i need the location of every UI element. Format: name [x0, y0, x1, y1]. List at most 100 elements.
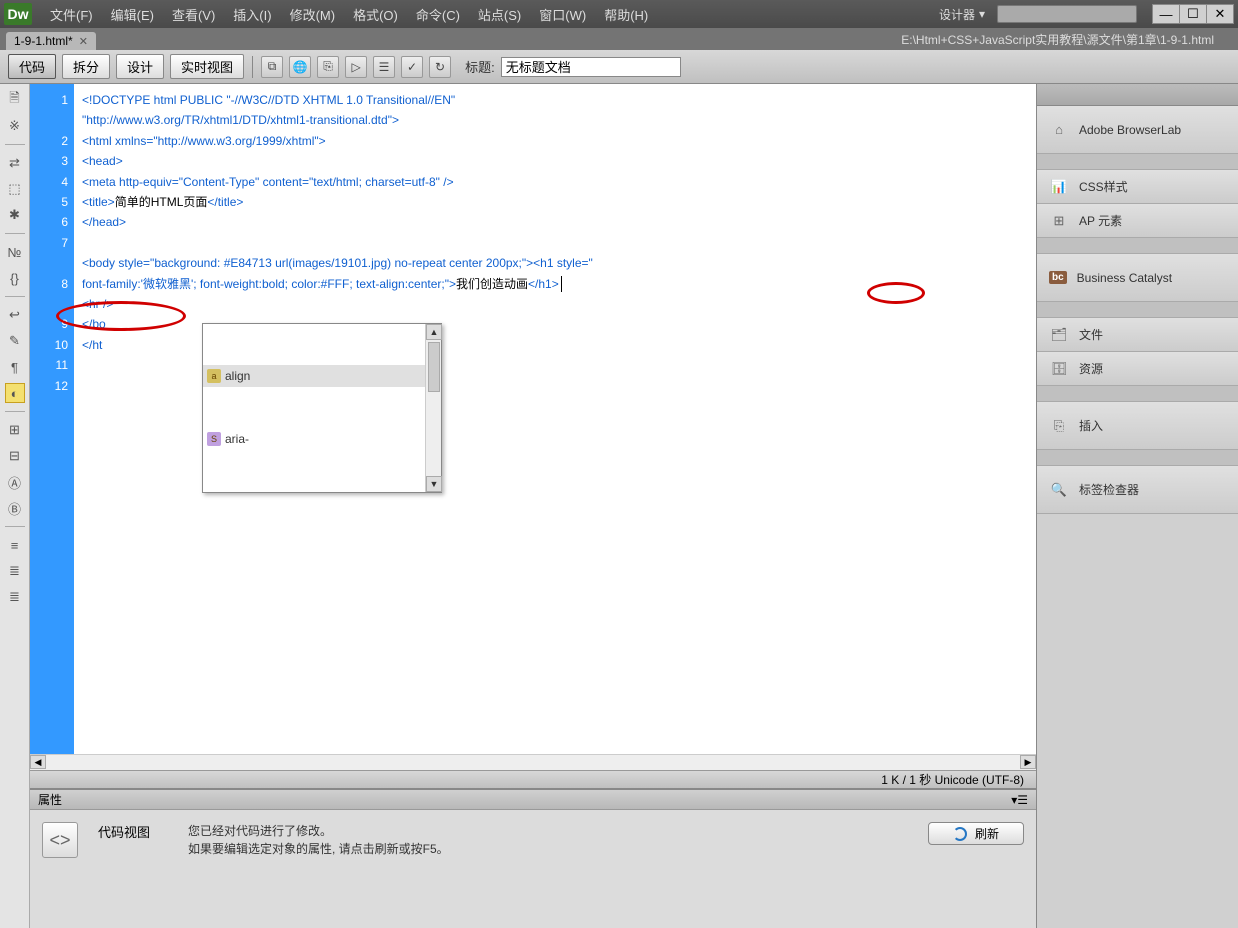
preview-icon[interactable]: ▷ [345, 56, 367, 78]
recent-snippets-icon[interactable]: ⊟ [5, 446, 25, 466]
panel-insert[interactable]: ⎘插入 [1037, 402, 1238, 450]
expand-icon[interactable]: ⇄ [5, 153, 25, 173]
properties-panel: 属性 ▾☰ <> 代码视图 您已经对代码进行了修改。 如果要编辑选定对象的属性,… [30, 788, 1036, 928]
panel-taginspector[interactable]: 🔍标签检查器 [1037, 466, 1238, 514]
tab-close-icon[interactable]: ✕ [79, 35, 88, 48]
title-label: 标题: [465, 57, 495, 76]
status-text: 1 K / 1 秒 Unicode (UTF-8) [881, 771, 1024, 788]
text-cursor [561, 276, 562, 292]
props-message: 您已经对代码进行了修改。 如果要编辑选定对象的属性, 请点击刷新或按F5。 [188, 822, 908, 858]
menu-insert[interactable]: 插入(I) [225, 2, 279, 27]
tab-label: 1-9-1.html* [14, 34, 73, 48]
syntax-error-icon[interactable]: ✎ [5, 331, 25, 351]
code-hint-popup[interactable]: aalign Saria- aclass ◉color acontentedit… [202, 323, 442, 493]
panel-bc[interactable]: bcBusiness Catalyst [1037, 254, 1238, 302]
scroll-up-icon[interactable]: ▲ [426, 324, 442, 340]
multiscreen-icon[interactable]: ⧉ [261, 56, 283, 78]
design-view-button[interactable]: 设计 [116, 54, 164, 79]
refresh-spin-icon [953, 827, 967, 841]
split-view-button[interactable]: 拆分 [62, 54, 110, 79]
panel-assets[interactable]: 🗄资源 [1037, 352, 1238, 386]
open-docs-icon[interactable]: 🗎 [5, 90, 25, 110]
close-button[interactable]: ✕ [1206, 4, 1234, 24]
menu-help[interactable]: 帮助(H) [596, 2, 656, 27]
hint-item[interactable]: aclass [203, 491, 425, 492]
app-logo: Dw [4, 3, 32, 25]
code-hint-icon[interactable]: ◐ [5, 383, 25, 403]
minimize-button[interactable]: — [1152, 4, 1180, 24]
panel-menu-icon[interactable]: ▾☰ [1011, 793, 1028, 807]
titlebar: Dw 文件(F) 编辑(E) 查看(V) 插入(I) 修改(M) 格式(O) 命… [0, 0, 1238, 28]
menu-modify[interactable]: 修改(M) [282, 2, 344, 27]
hint-item[interactable]: Saria- [203, 428, 425, 450]
panel-css[interactable]: 📊CSS样式 [1037, 170, 1238, 204]
hint-scrollbar[interactable]: ▲ ▼ [425, 324, 441, 492]
code-view-icon: <> [42, 822, 78, 858]
menu-edit[interactable]: 编辑(E) [103, 2, 162, 27]
menu-file[interactable]: 文件(F) [42, 2, 101, 27]
props-label: 代码视图 [98, 822, 168, 841]
globe-icon[interactable]: 🌐 [289, 56, 311, 78]
menu-window[interactable]: 窗口(W) [531, 2, 594, 27]
hint-item[interactable]: aalign [203, 365, 425, 387]
document-tabs: 1-9-1.html* ✕ E:\Html+CSS+JavaScript实用教程… [0, 28, 1238, 50]
move-down-icon[interactable]: Ⓑ [5, 498, 25, 518]
code-content[interactable]: <!DOCTYPE html PUBLIC "-//W3C//DTD XHTML… [74, 84, 1036, 754]
search-input[interactable] [997, 5, 1137, 23]
document-tab[interactable]: 1-9-1.html* ✕ [6, 32, 96, 50]
file-manage-icon[interactable]: ⎘ [317, 56, 339, 78]
collapse-icon[interactable]: ※ [5, 116, 25, 136]
word-wrap-icon[interactable]: ↩ [5, 305, 25, 325]
separator [252, 56, 253, 78]
highlight-icon[interactable]: {} [5, 268, 25, 288]
indent2-icon[interactable]: ≣ [5, 587, 25, 607]
view-toolbar: 代码 拆分 设计 实时视图 ⧉ 🌐 ⎘ ▷ ☰ ✓ ↻ 标题: [0, 50, 1238, 84]
outdent-icon[interactable]: ≣ [5, 561, 25, 581]
tag-icon: 🔍 [1049, 482, 1069, 498]
scroll-left-icon[interactable]: ◀ [30, 755, 46, 769]
status-bar: 1 K / 1 秒 Unicode (UTF-8) [30, 770, 1036, 788]
annotation-circle-right [867, 282, 925, 304]
code-editor[interactable]: 1 23 456 7 8 9 101112 <!DOCTYPE html PUB… [30, 84, 1036, 754]
live-view-button[interactable]: 实时视图 [170, 54, 244, 79]
line-numbers: 1 23 456 7 8 9 101112 [30, 84, 74, 754]
assets-icon: 🗄 [1049, 361, 1069, 377]
browserlab-icon: ⌂ [1049, 122, 1069, 138]
menu-view[interactable]: 查看(V) [164, 2, 223, 27]
refresh-icon[interactable]: ↻ [429, 56, 451, 78]
options-icon[interactable]: ☰ [373, 56, 395, 78]
select-parent-icon[interactable]: ⬚ [5, 179, 25, 199]
layout-switcher[interactable]: 设计器▾ [933, 4, 991, 25]
properties-header[interactable]: 属性 ▾☰ [30, 790, 1036, 810]
files-icon: 🗂 [1049, 327, 1069, 343]
scroll-down-icon[interactable]: ▼ [426, 476, 442, 492]
maximize-button[interactable]: ☐ [1179, 4, 1207, 24]
bc-icon: bc [1049, 271, 1067, 284]
properties-title: 属性 [38, 791, 62, 808]
balance-braces-icon[interactable]: ✱ [5, 205, 25, 225]
panel-grip[interactable] [1037, 84, 1238, 106]
file-path: E:\Html+CSS+JavaScript实用教程\源文件\第1章\1-9-1… [893, 29, 1238, 50]
move-up-icon[interactable]: Ⓐ [5, 472, 25, 492]
scroll-thumb[interactable] [428, 342, 440, 392]
menu-site[interactable]: 站点(S) [470, 2, 529, 27]
panel-ap[interactable]: ⊞AP 元素 [1037, 204, 1238, 238]
refresh-button[interactable]: 刷新 [928, 822, 1024, 845]
line-numbers-icon[interactable]: № [5, 242, 25, 262]
scroll-right-icon[interactable]: ▶ [1020, 755, 1036, 769]
main-menu: 文件(F) 编辑(E) 查看(V) 插入(I) 修改(M) 格式(O) 命令(C… [42, 2, 933, 27]
menu-commands[interactable]: 命令(C) [408, 2, 468, 27]
annotation-circle-left [56, 301, 186, 331]
indent-icon[interactable]: ⊞ [5, 420, 25, 440]
title-input[interactable] [501, 57, 681, 77]
validate-icon[interactable]: ✓ [401, 56, 423, 78]
css-icon: 📊 [1049, 179, 1069, 195]
insert-icon: ⎘ [1049, 418, 1069, 434]
panel-browserlab[interactable]: ⌂Adobe BrowserLab [1037, 106, 1238, 154]
menu-format[interactable]: 格式(O) [345, 2, 406, 27]
code-view-button[interactable]: 代码 [8, 54, 56, 79]
panel-files[interactable]: 🗂文件 [1037, 318, 1238, 352]
hidden-chars-icon[interactable]: ¶ [5, 357, 25, 377]
format-src-icon[interactable]: ≡ [5, 535, 25, 555]
horizontal-scrollbar[interactable]: ◀ ▶ [30, 754, 1036, 770]
